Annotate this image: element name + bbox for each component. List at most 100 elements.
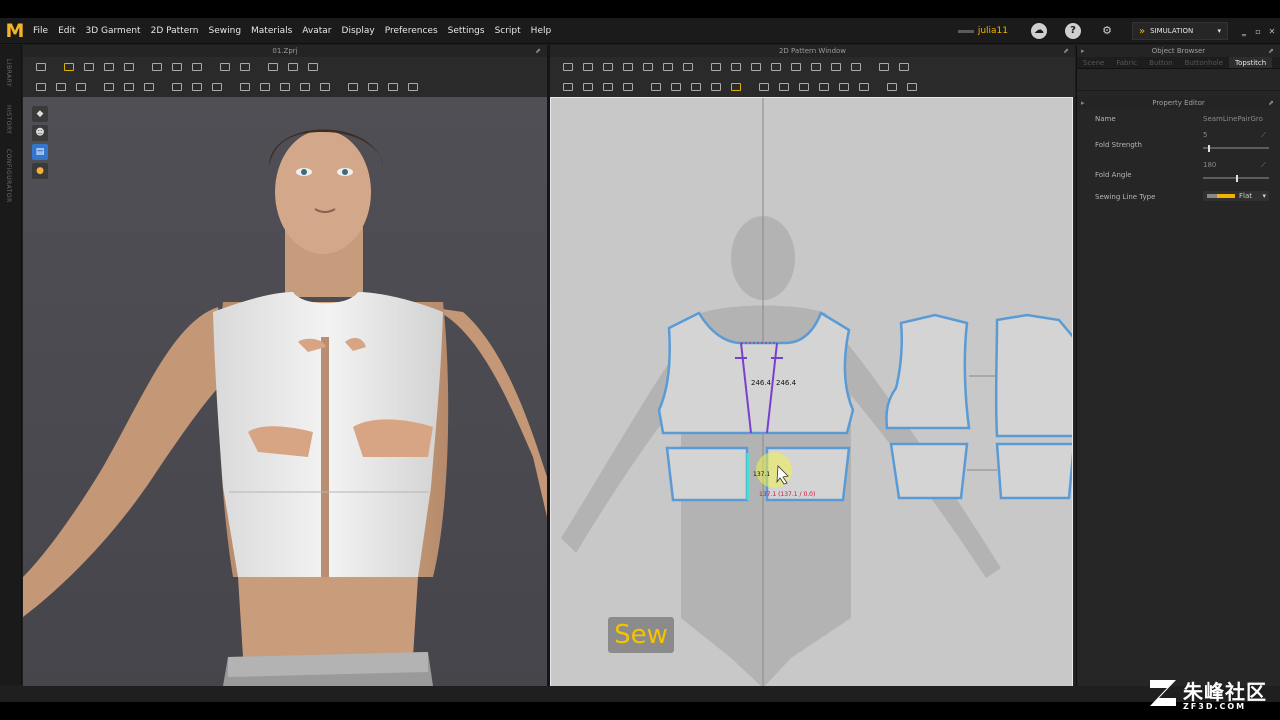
expand-icon[interactable]: ▸ bbox=[1081, 45, 1085, 57]
sewing-line-type-select[interactable]: Flat ▾ bbox=[1203, 191, 1269, 201]
edit-curvature-icon[interactable] bbox=[660, 60, 676, 74]
line-icon[interactable] bbox=[277, 80, 293, 94]
diamond-icon[interactable] bbox=[209, 80, 225, 94]
menu-script[interactable]: Script bbox=[490, 18, 526, 44]
tab-topstitch[interactable]: Topstitch bbox=[1229, 57, 1273, 68]
bodice-icon[interactable] bbox=[237, 60, 253, 74]
circle-pattern-icon[interactable] bbox=[748, 60, 764, 74]
curve-point-icon[interactable] bbox=[620, 60, 636, 74]
minimize-icon[interactable]: ‗ bbox=[1238, 27, 1250, 36]
menu-file[interactable]: File bbox=[28, 18, 53, 44]
dashed-line-icon[interactable] bbox=[796, 80, 812, 94]
zipper-icon[interactable] bbox=[297, 80, 313, 94]
rotate-icon[interactable] bbox=[121, 60, 137, 74]
help-icon[interactable]: ? bbox=[1065, 23, 1081, 39]
prop-name-value[interactable]: SeamLinePairGro bbox=[1203, 115, 1263, 123]
check-sewing-icon[interactable] bbox=[620, 80, 636, 94]
dart-icon[interactable] bbox=[828, 60, 844, 74]
button-icon[interactable] bbox=[237, 80, 253, 94]
object-browser-list[interactable] bbox=[1077, 69, 1280, 91]
texture-icon[interactable]: ▤ bbox=[32, 144, 48, 160]
pin-icon[interactable]: ⬈ bbox=[1268, 97, 1274, 109]
avatar-pose-icon[interactable] bbox=[33, 80, 49, 94]
menu-avatar[interactable]: Avatar bbox=[297, 18, 336, 44]
fold-line-icon[interactable] bbox=[169, 80, 185, 94]
pin-icon[interactable]: ⬈ bbox=[1063, 45, 1069, 57]
measure-icon[interactable] bbox=[345, 80, 361, 94]
expand-icon[interactable]: ▸ bbox=[1081, 97, 1085, 109]
menu-preferences[interactable]: Preferences bbox=[380, 18, 443, 44]
circle-icon[interactable] bbox=[257, 80, 273, 94]
tack-pattern-icon[interactable] bbox=[668, 80, 684, 94]
tab-button[interactable]: Button bbox=[1143, 57, 1178, 68]
arrange-icon[interactable] bbox=[217, 60, 233, 74]
prop-fold-strength-value[interactable]: 5 bbox=[1203, 131, 1207, 139]
add-point-icon[interactable] bbox=[640, 60, 656, 74]
segment-sew-icon[interactable] bbox=[101, 80, 117, 94]
reset-icon[interactable]: ⟋ bbox=[1261, 161, 1269, 169]
tab-configurator[interactable]: CONFIGURATOR bbox=[5, 149, 12, 203]
edit-point-icon[interactable] bbox=[580, 60, 596, 74]
edit-curve-icon[interactable] bbox=[600, 60, 616, 74]
tack-icon[interactable] bbox=[189, 80, 205, 94]
3d-viewport[interactable]: ◆ ☻ ▤ ● bbox=[23, 97, 547, 686]
avatar-skin-icon[interactable]: ● bbox=[32, 163, 48, 179]
restore-icon[interactable]: ▫ bbox=[1252, 27, 1264, 36]
fold-strength-slider[interactable] bbox=[1203, 145, 1269, 152]
stitch-icon[interactable] bbox=[73, 80, 89, 94]
prop-fold-angle-value[interactable]: 180 bbox=[1203, 161, 1216, 169]
rectangle-icon[interactable] bbox=[728, 60, 744, 74]
trace-icon[interactable] bbox=[848, 60, 864, 74]
pin-tool-icon[interactable] bbox=[265, 60, 281, 74]
internal-rect-icon[interactable] bbox=[788, 60, 804, 74]
menu-settings[interactable]: Settings bbox=[443, 18, 490, 44]
transform-pattern-icon[interactable] bbox=[560, 60, 576, 74]
move-tool-icon[interactable] bbox=[33, 60, 49, 74]
add-tool-icon[interactable] bbox=[61, 60, 77, 74]
notch-icon[interactable] bbox=[896, 60, 912, 74]
tab-buttonhole[interactable]: Buttonhole bbox=[1179, 57, 1229, 68]
reset-icon[interactable]: ⟋ bbox=[1261, 131, 1269, 139]
fold-icon[interactable] bbox=[189, 60, 205, 74]
show-garment-icon[interactable]: ◆ bbox=[32, 106, 48, 122]
mode-selector[interactable]: » SIMULATION ▾ bbox=[1132, 22, 1228, 40]
line-tool-icon[interactable] bbox=[776, 80, 792, 94]
sew-check-icon[interactable] bbox=[141, 80, 157, 94]
topstitch-icon[interactable] bbox=[708, 80, 724, 94]
grading-icon[interactable] bbox=[876, 60, 892, 74]
2d-pattern-canvas[interactable]: 246.4 246.4 137.1 137.1 (137.1 / 0.0) Se… bbox=[550, 97, 1073, 687]
pin-icon[interactable]: ⬈ bbox=[535, 45, 541, 57]
pin-icon[interactable]: ⬈ bbox=[1268, 45, 1274, 57]
menu-materials[interactable]: Materials bbox=[246, 18, 297, 44]
ruler-icon[interactable] bbox=[305, 60, 321, 74]
tab-fabric[interactable]: Fabric bbox=[1110, 57, 1143, 68]
edit-length-icon[interactable] bbox=[680, 60, 696, 74]
menu-help[interactable]: Help bbox=[526, 18, 557, 44]
free-sew-icon[interactable] bbox=[121, 80, 137, 94]
fold-pattern-icon[interactable] bbox=[688, 80, 704, 94]
menu-edit[interactable]: Edit bbox=[53, 18, 80, 44]
free-sewing-icon[interactable] bbox=[580, 80, 596, 94]
show-avatar-icon[interactable]: ☻ bbox=[32, 125, 48, 141]
edit-pen-icon[interactable] bbox=[169, 60, 185, 74]
menu-2d-pattern[interactable]: 2D Pattern bbox=[146, 18, 204, 44]
select-box-icon[interactable] bbox=[81, 60, 97, 74]
globe-icon[interactable] bbox=[405, 80, 421, 94]
fabric-icon[interactable] bbox=[648, 80, 664, 94]
grid-icon[interactable] bbox=[904, 80, 920, 94]
segment-sewing-icon[interactable] bbox=[560, 80, 576, 94]
wave-icon[interactable] bbox=[816, 80, 832, 94]
multi-sewing-icon[interactable] bbox=[600, 80, 616, 94]
settings-icon[interactable]: ⚙ bbox=[1099, 23, 1115, 39]
tuck-icon[interactable] bbox=[53, 80, 69, 94]
cloud-icon[interactable]: ☁ bbox=[1031, 23, 1047, 39]
internal-polygon-icon[interactable] bbox=[768, 60, 784, 74]
menu-display[interactable]: Display bbox=[337, 18, 380, 44]
polygon-icon[interactable] bbox=[708, 60, 724, 74]
internal-circle-icon[interactable] bbox=[808, 60, 824, 74]
fold-angle-slider-knob[interactable] bbox=[1236, 175, 1238, 182]
fold-strength-slider-knob[interactable] bbox=[1208, 145, 1210, 152]
lasso-icon[interactable] bbox=[285, 60, 301, 74]
sewing-point-icon[interactable] bbox=[728, 80, 744, 94]
close-icon[interactable]: ✕ bbox=[1266, 27, 1278, 36]
